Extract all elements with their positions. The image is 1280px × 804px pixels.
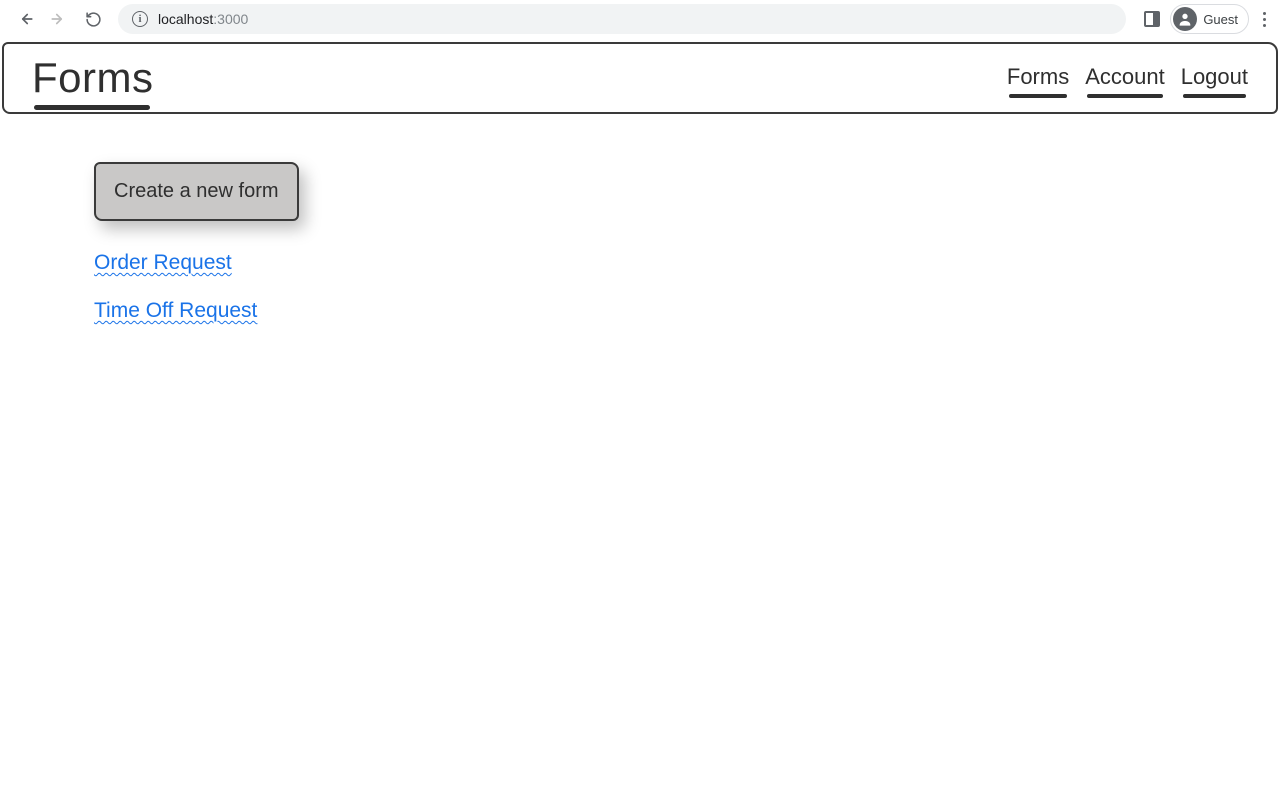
browser-toolbar: i localhost:3000 Guest — [0, 0, 1280, 38]
forward-button[interactable] — [50, 10, 68, 28]
form-link-order-request[interactable]: Order Request — [94, 251, 232, 275]
nav-link-logout[interactable]: Logout — [1181, 64, 1248, 92]
form-list: Order Request Time Off Request — [94, 251, 1280, 323]
browser-menu-icon[interactable] — [1259, 8, 1270, 31]
profile-label: Guest — [1203, 12, 1238, 27]
site-info-icon[interactable]: i — [132, 11, 148, 27]
main-content: Create a new form Order Request Time Off… — [0, 114, 1280, 323]
profile-button[interactable]: Guest — [1170, 4, 1249, 34]
nav-links: Forms Account Logout — [1007, 64, 1248, 92]
back-button[interactable] — [16, 10, 34, 28]
create-form-button[interactable]: Create a new form — [94, 162, 299, 221]
address-bar[interactable]: i localhost:3000 — [118, 4, 1126, 34]
nav-arrows — [10, 10, 108, 28]
nav-link-forms[interactable]: Forms — [1007, 64, 1069, 92]
reload-button[interactable] — [84, 10, 102, 28]
person-icon — [1173, 7, 1197, 31]
app-title: Forms — [32, 54, 154, 102]
nav-link-account[interactable]: Account — [1085, 64, 1165, 92]
browser-right-controls: Guest — [1136, 4, 1270, 34]
side-panel-icon[interactable] — [1144, 11, 1160, 27]
app-header: Forms Forms Account Logout — [2, 42, 1278, 114]
url-text: localhost:3000 — [158, 11, 248, 27]
form-link-time-off-request[interactable]: Time Off Request — [94, 299, 257, 323]
